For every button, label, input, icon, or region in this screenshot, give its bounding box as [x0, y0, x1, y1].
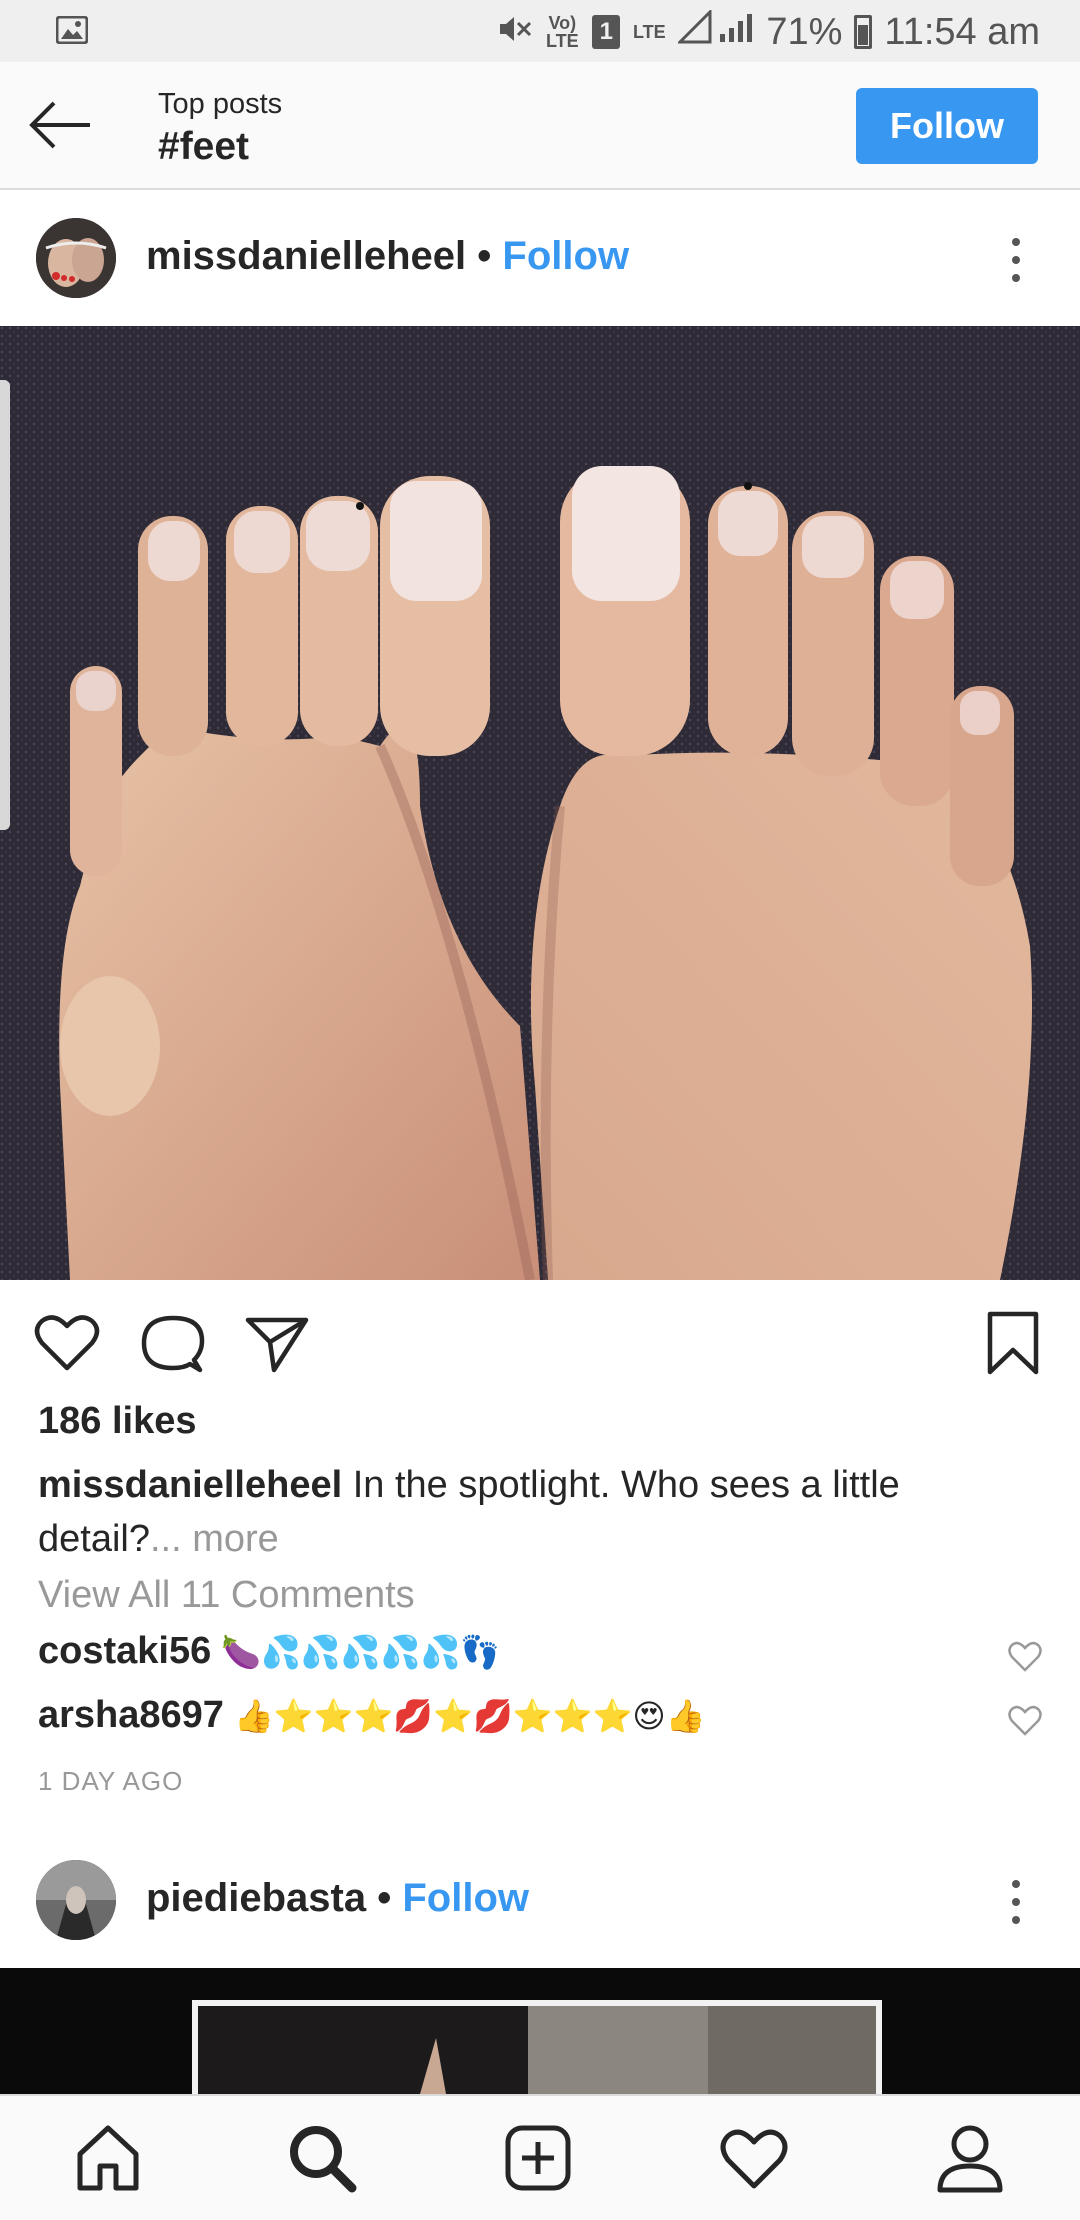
header-subtitle: Top posts — [158, 88, 283, 120]
more-vertical-icon — [1012, 238, 1020, 282]
nav-profile[interactable] — [932, 2120, 1008, 2196]
hashtag-titles: Top posts #feet — [158, 88, 282, 169]
heart-icon — [34, 1315, 100, 1371]
bookmark-icon — [987, 1311, 1039, 1375]
follow-user-link[interactable]: Follow — [502, 234, 629, 278]
add-icon — [505, 2125, 571, 2191]
activity-heart-icon — [720, 2129, 788, 2189]
volte-label: Vo) LTE — [545, 13, 579, 51]
separator: • — [377, 1876, 392, 1920]
post-username[interactable]: missdanielleheel — [146, 234, 466, 278]
heart-icon — [1008, 1705, 1042, 1736]
post-author-line: piediebasta • Follow — [146, 1876, 529, 1921]
heart-icon — [1008, 1641, 1042, 1672]
battery-percent: 71% — [766, 10, 843, 53]
search-icon — [290, 2126, 357, 2193]
status-icons: Vo) LTE 1 LTE 71% 11:54 am — [498, 8, 1040, 54]
gallery-notification-icon — [55, 15, 89, 49]
post-image[interactable] — [0, 326, 1080, 1280]
nav-search[interactable] — [284, 2120, 360, 2196]
avatar[interactable] — [36, 218, 116, 298]
comment-row: arsha8697 👍⭐⭐⭐💋⭐💋⭐⭐⭐😍👍 — [38, 1694, 1048, 1748]
nav-home[interactable] — [70, 2120, 146, 2196]
comment-text: 🍆💦💦💦💦💦👣 — [221, 1633, 501, 1671]
separator: • — [477, 234, 492, 278]
arrow-left-icon — [29, 101, 90, 149]
profile-icon — [937, 2125, 1003, 2193]
comment-username[interactable]: costaki56 — [38, 1630, 211, 1672]
nav-new-post[interactable] — [500, 2120, 576, 2196]
post-caption: missdanielleheel In the spotlight. Who s… — [38, 1458, 1038, 1566]
home-icon — [77, 2125, 139, 2191]
clock: 11:54 am — [884, 10, 1040, 53]
view-all-comments-link[interactable]: View All 11 Comments — [38, 1574, 415, 1617]
like-button[interactable] — [34, 1310, 100, 1376]
caption-more-link[interactable]: ... more — [150, 1518, 279, 1560]
signal-icon — [676, 8, 754, 54]
avatar[interactable] — [36, 1860, 116, 1940]
comment-icon — [141, 1315, 205, 1373]
post-username[interactable]: piediebasta — [146, 1876, 366, 1920]
mute-icon — [498, 11, 532, 54]
nav-activity[interactable] — [716, 2120, 792, 2196]
more-vertical-icon — [1012, 1880, 1020, 1924]
post-timestamp: 1 DAY AGO — [38, 1766, 184, 1796]
scroll-indicator[interactable] — [0, 380, 10, 830]
sim-slot-badge: 1 — [592, 15, 621, 49]
comment-like-button[interactable] — [1008, 1704, 1042, 1738]
like-count[interactable]: 186 likes — [38, 1400, 196, 1443]
send-icon — [245, 1317, 309, 1373]
battery-icon — [854, 15, 873, 49]
share-button[interactable] — [244, 1310, 310, 1376]
lte-label: LTE — [632, 22, 666, 42]
post-author-line: missdanielleheel • Follow — [146, 234, 629, 279]
more-options-button[interactable] — [1000, 1874, 1032, 1930]
caption-username[interactable]: missdanielleheel — [38, 1464, 342, 1506]
post-header: piediebasta • Follow — [0, 1834, 1080, 1964]
comment-username[interactable]: arsha8697 — [38, 1694, 224, 1736]
more-options-button[interactable] — [1000, 232, 1032, 288]
bottom-nav — [0, 2094, 1080, 2220]
back-button[interactable] — [26, 92, 96, 158]
hashtag-title: #feet — [158, 125, 250, 168]
follow-user-link[interactable]: Follow — [402, 1876, 529, 1920]
comment-like-button[interactable] — [1008, 1640, 1042, 1674]
follow-hashtag-button[interactable]: Follow — [856, 88, 1038, 164]
post-actions — [0, 1280, 1080, 1400]
post-image[interactable] — [0, 1968, 1080, 2094]
comment-row: costaki56 🍆💦💦💦💦💦👣 — [38, 1630, 1048, 1684]
status-bar: Vo) LTE 1 LTE 71% 11:54 am — [0, 0, 1080, 62]
post-header: missdanielleheel • Follow — [0, 192, 1080, 324]
comment-text: 👍⭐⭐⭐💋⭐💋⭐⭐⭐😍👍 — [233, 1697, 706, 1735]
save-button[interactable] — [980, 1310, 1046, 1376]
comment-button[interactable] — [140, 1310, 206, 1376]
top-bar: Top posts #feet Follow — [0, 62, 1080, 190]
